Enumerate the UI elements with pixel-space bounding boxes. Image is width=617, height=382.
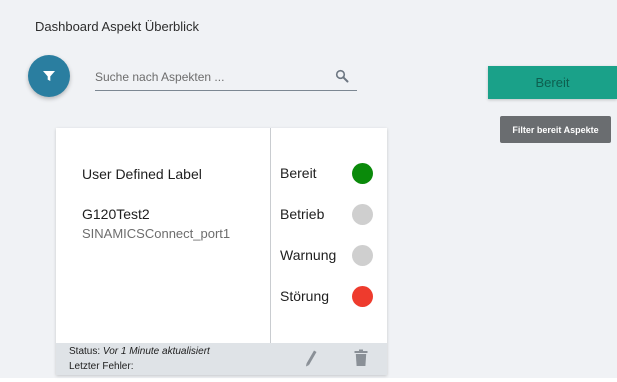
status-filter-button-bereit[interactable]: Bereit	[488, 66, 617, 99]
trash-icon[interactable]	[354, 349, 368, 367]
device-name: G120Test2	[82, 206, 150, 222]
state-row-warnung: Warnung	[280, 245, 380, 267]
search-input[interactable]	[95, 68, 320, 86]
aspect-card[interactable]: User Defined Label G120Test2 SINAMICSCon…	[56, 128, 387, 375]
state-label-warnung: Warnung	[280, 247, 337, 263]
status-label: Status:	[69, 346, 101, 357]
state-indicator-betrieb	[352, 204, 373, 225]
device-port: SINAMICSConnect_port1	[82, 226, 231, 241]
state-label-bereit: Bereit	[280, 165, 317, 181]
state-row-bereit: Bereit	[280, 163, 380, 185]
state-indicator-stoerung	[352, 286, 373, 307]
state-indicator-warnung	[352, 245, 373, 266]
card-footer: Status: Vor 1 Minute aktualisiert Letzte…	[56, 343, 387, 375]
last-error-label: Letzter Fehler:	[69, 361, 134, 372]
state-label-stoerung: Störung	[280, 288, 330, 304]
state-row-stoerung: Störung	[280, 286, 380, 308]
search-icon[interactable]	[335, 69, 349, 83]
state-indicator-bereit	[352, 163, 373, 184]
status-value: Vor 1 Minute aktualisiert	[102, 346, 210, 357]
search-field[interactable]	[95, 66, 357, 91]
state-row-betrieb: Betrieb	[280, 204, 380, 226]
aspect-label: User Defined Label	[82, 166, 202, 182]
tooltip: Filter bereit Aspekte	[500, 116, 611, 143]
page-title: Dashboard Aspekt Überblick	[35, 19, 200, 34]
edit-icon[interactable]	[304, 349, 318, 367]
filter-button[interactable]	[28, 55, 70, 97]
status-line: Status: Vor 1 Minute aktualisiert	[69, 346, 210, 357]
card-divider	[270, 128, 271, 343]
dashboard-panel: Dashboard Aspekt Überblick Bereit Filter…	[0, 0, 617, 378]
state-label-betrieb: Betrieb	[280, 206, 325, 222]
filter-icon	[43, 71, 55, 81]
